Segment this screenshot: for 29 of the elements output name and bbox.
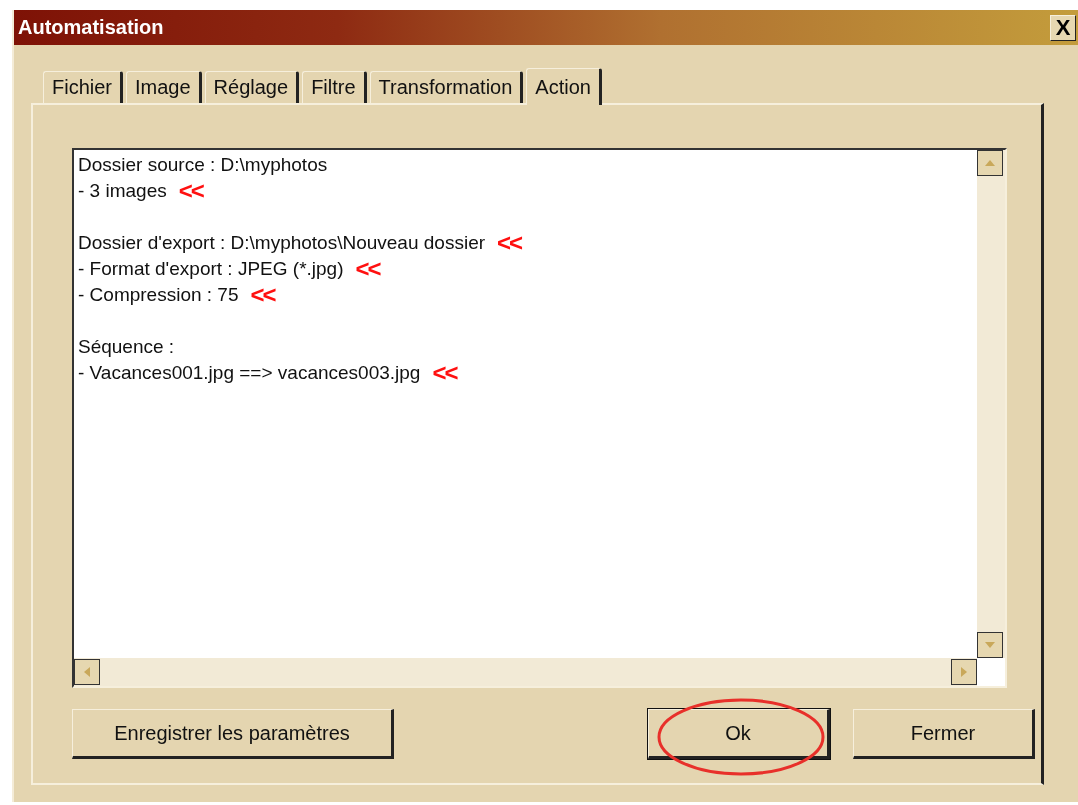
log-line: - 3 images <box>78 180 167 202</box>
marker-annotation: << <box>355 257 380 281</box>
dialog-button[interactable]: Fermer <box>853 709 1035 759</box>
scroll-right-icon[interactable] <box>951 659 977 685</box>
marker-annotation: << <box>497 231 522 255</box>
log-line: - Vacances001.jpg ==> vacances003.jpg <box>78 362 421 384</box>
scroll-left-icon[interactable] <box>74 659 100 685</box>
log-line: Dossier d'export : D:\myphotos\Nouveau dossier <box>78 232 486 254</box>
window-title: Automatisation <box>17 16 164 39</box>
tab[interactable]: Filtre <box>302 71 367 103</box>
tab[interactable]: Fichier <box>43 71 123 103</box>
log-line: - Format d'export : JPEG (*.jpg) <box>78 258 344 280</box>
scroll-down-icon[interactable] <box>977 632 1003 658</box>
close-button[interactable]: X <box>1050 14 1076 41</box>
dialog-button[interactable]: Ok <box>648 709 830 759</box>
marker-annotation: << <box>432 361 457 385</box>
marker-annotation: << <box>178 179 203 203</box>
vertical-scrollbar[interactable] <box>977 150 1005 658</box>
log-line: - Compression : 75 <box>78 284 239 306</box>
dialog-button[interactable]: Enregistrer les paramètres <box>72 709 394 759</box>
tab[interactable]: Transformation <box>369 71 524 103</box>
tab[interactable]: Réglage <box>204 71 300 103</box>
horizontal-scrollbar[interactable] <box>74 658 977 686</box>
tab[interactable]: Action <box>526 68 602 105</box>
log-line: Dossier source : D:\myphotos <box>78 154 328 176</box>
marker-annotation: << <box>250 283 275 307</box>
tab[interactable]: Image <box>126 71 202 103</box>
log-line: Séquence : <box>78 336 175 358</box>
scroll-up-icon[interactable] <box>977 150 1003 176</box>
